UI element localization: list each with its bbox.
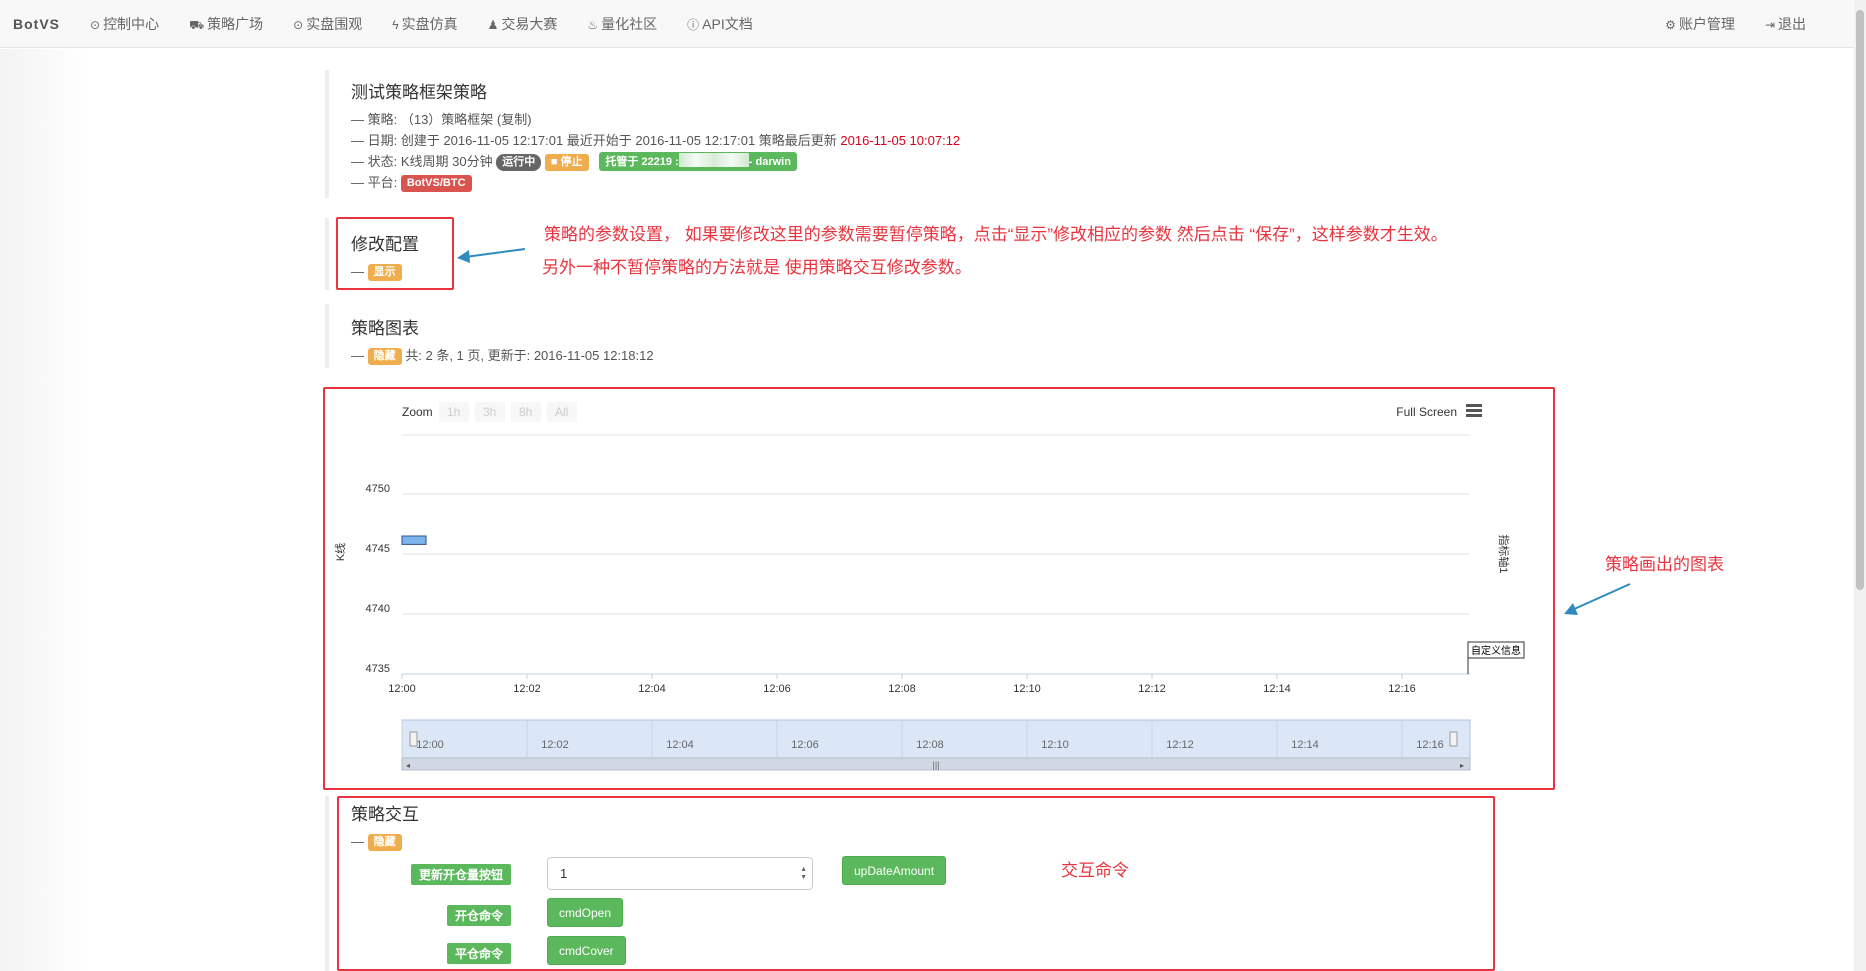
page-scrollbar[interactable] xyxy=(1854,0,1866,971)
nav-item-1[interactable]: ⛟ 策略广场 xyxy=(189,14,263,34)
nav-right-item-label: 退出 xyxy=(1778,16,1806,32)
host-os: - darwin xyxy=(748,156,791,168)
strategy-name-row: — 策略: （13）策略框架 (复制) xyxy=(351,112,532,127)
chart-arrow-icon xyxy=(1564,583,1631,615)
nav-right-item-label: 账户管理 xyxy=(1678,16,1735,32)
nav-item-label: 交易大赛 xyxy=(501,16,558,32)
stop-icon: ■ xyxy=(550,156,561,168)
brand-logo[interactable]: BotVS xyxy=(13,16,60,32)
last-updated-date: 2016-11-05 10:07:12 xyxy=(840,133,961,148)
page-gutter xyxy=(0,49,90,971)
stop-button-label: 停止 xyxy=(560,156,583,168)
strategy-platform-row: — 平台: BotVS/BTC xyxy=(351,172,960,193)
nav-item-2[interactable]: ⊙ 实盘围观 xyxy=(293,14,362,34)
redacted-host-name xyxy=(678,153,749,167)
chart-section-title: 策略图表 xyxy=(351,319,419,338)
nav-item-label: 实盘仿真 xyxy=(401,16,458,32)
config-highlight-box xyxy=(336,217,454,290)
host-text: 托管于 22219 : xyxy=(605,156,679,168)
strategy-status-row: — 状态: K线周期 30分钟 运行中 ■ 停止 托管于 22219 : - da… xyxy=(351,151,960,172)
top-navbar: BotVS ⊙ 控制中心 ⛟ 策略广场 ⊙ 实盘围观 ϟ 实盘仿真 ♟ 交易大赛 ♨ 量化社区 ⓘ API… xyxy=(0,0,1866,48)
interaction-highlight-box xyxy=(337,796,1495,971)
nav-item-5[interactable]: ♨ 量化社区 xyxy=(587,14,657,34)
host-badge: 托管于 22219 : - darwin xyxy=(599,152,797,171)
chart-highlight-box xyxy=(323,387,1555,790)
config-annotation-line2: 另外一种不暂停策略的方法就是 使用策略交互修改参数。 xyxy=(542,258,972,277)
nav-item-4[interactable]: ♟ 交易大赛 xyxy=(488,14,558,34)
nav-item-label: 策略广场 xyxy=(207,16,264,32)
info-icon: ⓘ xyxy=(687,18,700,32)
platform-badge: BotVS/BTC xyxy=(400,175,472,192)
nav-item-label: API文档 xyxy=(702,16,753,32)
hide-chart-button[interactable]: 隐藏 xyxy=(367,348,402,365)
strategy-date-row: — 日期: 创建于 2016-11-05 12:17:01 最近开始于 2016… xyxy=(351,130,960,151)
cart-icon: ⛟ xyxy=(189,18,205,32)
gear-icon: ⚙ xyxy=(1665,18,1676,32)
trophy-icon: ♟ xyxy=(487,18,499,32)
chart-meta: 共: 2 条, 1 页, 更新于: 2016-11-05 12:18:12 xyxy=(405,348,654,363)
status-text: — 状态: K线周期 30分钟 xyxy=(351,154,493,169)
strategy-title: 测试策略框架策略 xyxy=(351,83,487,102)
nav-menu: ⊙ 控制中心 ⛟ 策略广场 ⊙ 实盘围观 ϟ 实盘仿真 ♟ 交易大赛 ♨ 量化社区 ⓘ API文档 xyxy=(90,0,783,48)
stop-button[interactable]: ■ 停止 xyxy=(544,154,589,171)
play-icon: ⊙ xyxy=(293,18,304,32)
config-annotation-line1: 策略的参数设置， 如果要修改这里的参数需要暂停策略，点击“显示”修改相应的参数 … xyxy=(544,225,1448,244)
nav-item-label: 量化社区 xyxy=(601,16,658,32)
config-arrow-icon xyxy=(457,248,526,263)
nav-item-label: 实盘围观 xyxy=(306,16,363,32)
strategy-info-section: 测试策略框架策略 — 策略: （13）策略框架 (复制) — 日期: 创建于 2… xyxy=(325,70,960,198)
nav-right-item-1[interactable]: ⇥ 退出 xyxy=(1765,14,1806,34)
chart-dash: — xyxy=(351,348,364,363)
nav-item-0[interactable]: ⊙ 控制中心 xyxy=(90,14,159,34)
nav-user-menu: ⚙ 账户管理 ⇥ 退出 xyxy=(1635,0,1806,48)
fire-icon: ♨ xyxy=(587,18,599,32)
platform-text: — 平台: xyxy=(351,175,398,190)
nav-item-6[interactable]: ⓘ API文档 xyxy=(687,14,753,34)
nav-right-item-0[interactable]: ⚙ 账户管理 xyxy=(1665,14,1735,34)
date-text: — 日期: 创建于 2016-11-05 12:17:01 最近开始于 2016… xyxy=(351,133,837,148)
interaction-annotation: 交互命令 xyxy=(1061,861,1129,880)
nav-item-label: 控制中心 xyxy=(103,16,160,32)
dashboard-icon: ⊙ xyxy=(90,18,101,32)
running-status-badge: 运行中 xyxy=(496,154,542,171)
bolt-icon: ϟ xyxy=(392,18,399,32)
logout-icon: ⇥ xyxy=(1764,18,1775,32)
chart-section: 策略图表 — 隐藏 共: 2 条, 1 页, 更新于: 2016-11-05 1… xyxy=(325,304,654,368)
nav-item-3[interactable]: ϟ 实盘仿真 xyxy=(392,14,457,34)
chart-annotation: 策略画出的图表 xyxy=(1605,555,1724,574)
scrollbar-thumb[interactable] xyxy=(1856,10,1864,590)
